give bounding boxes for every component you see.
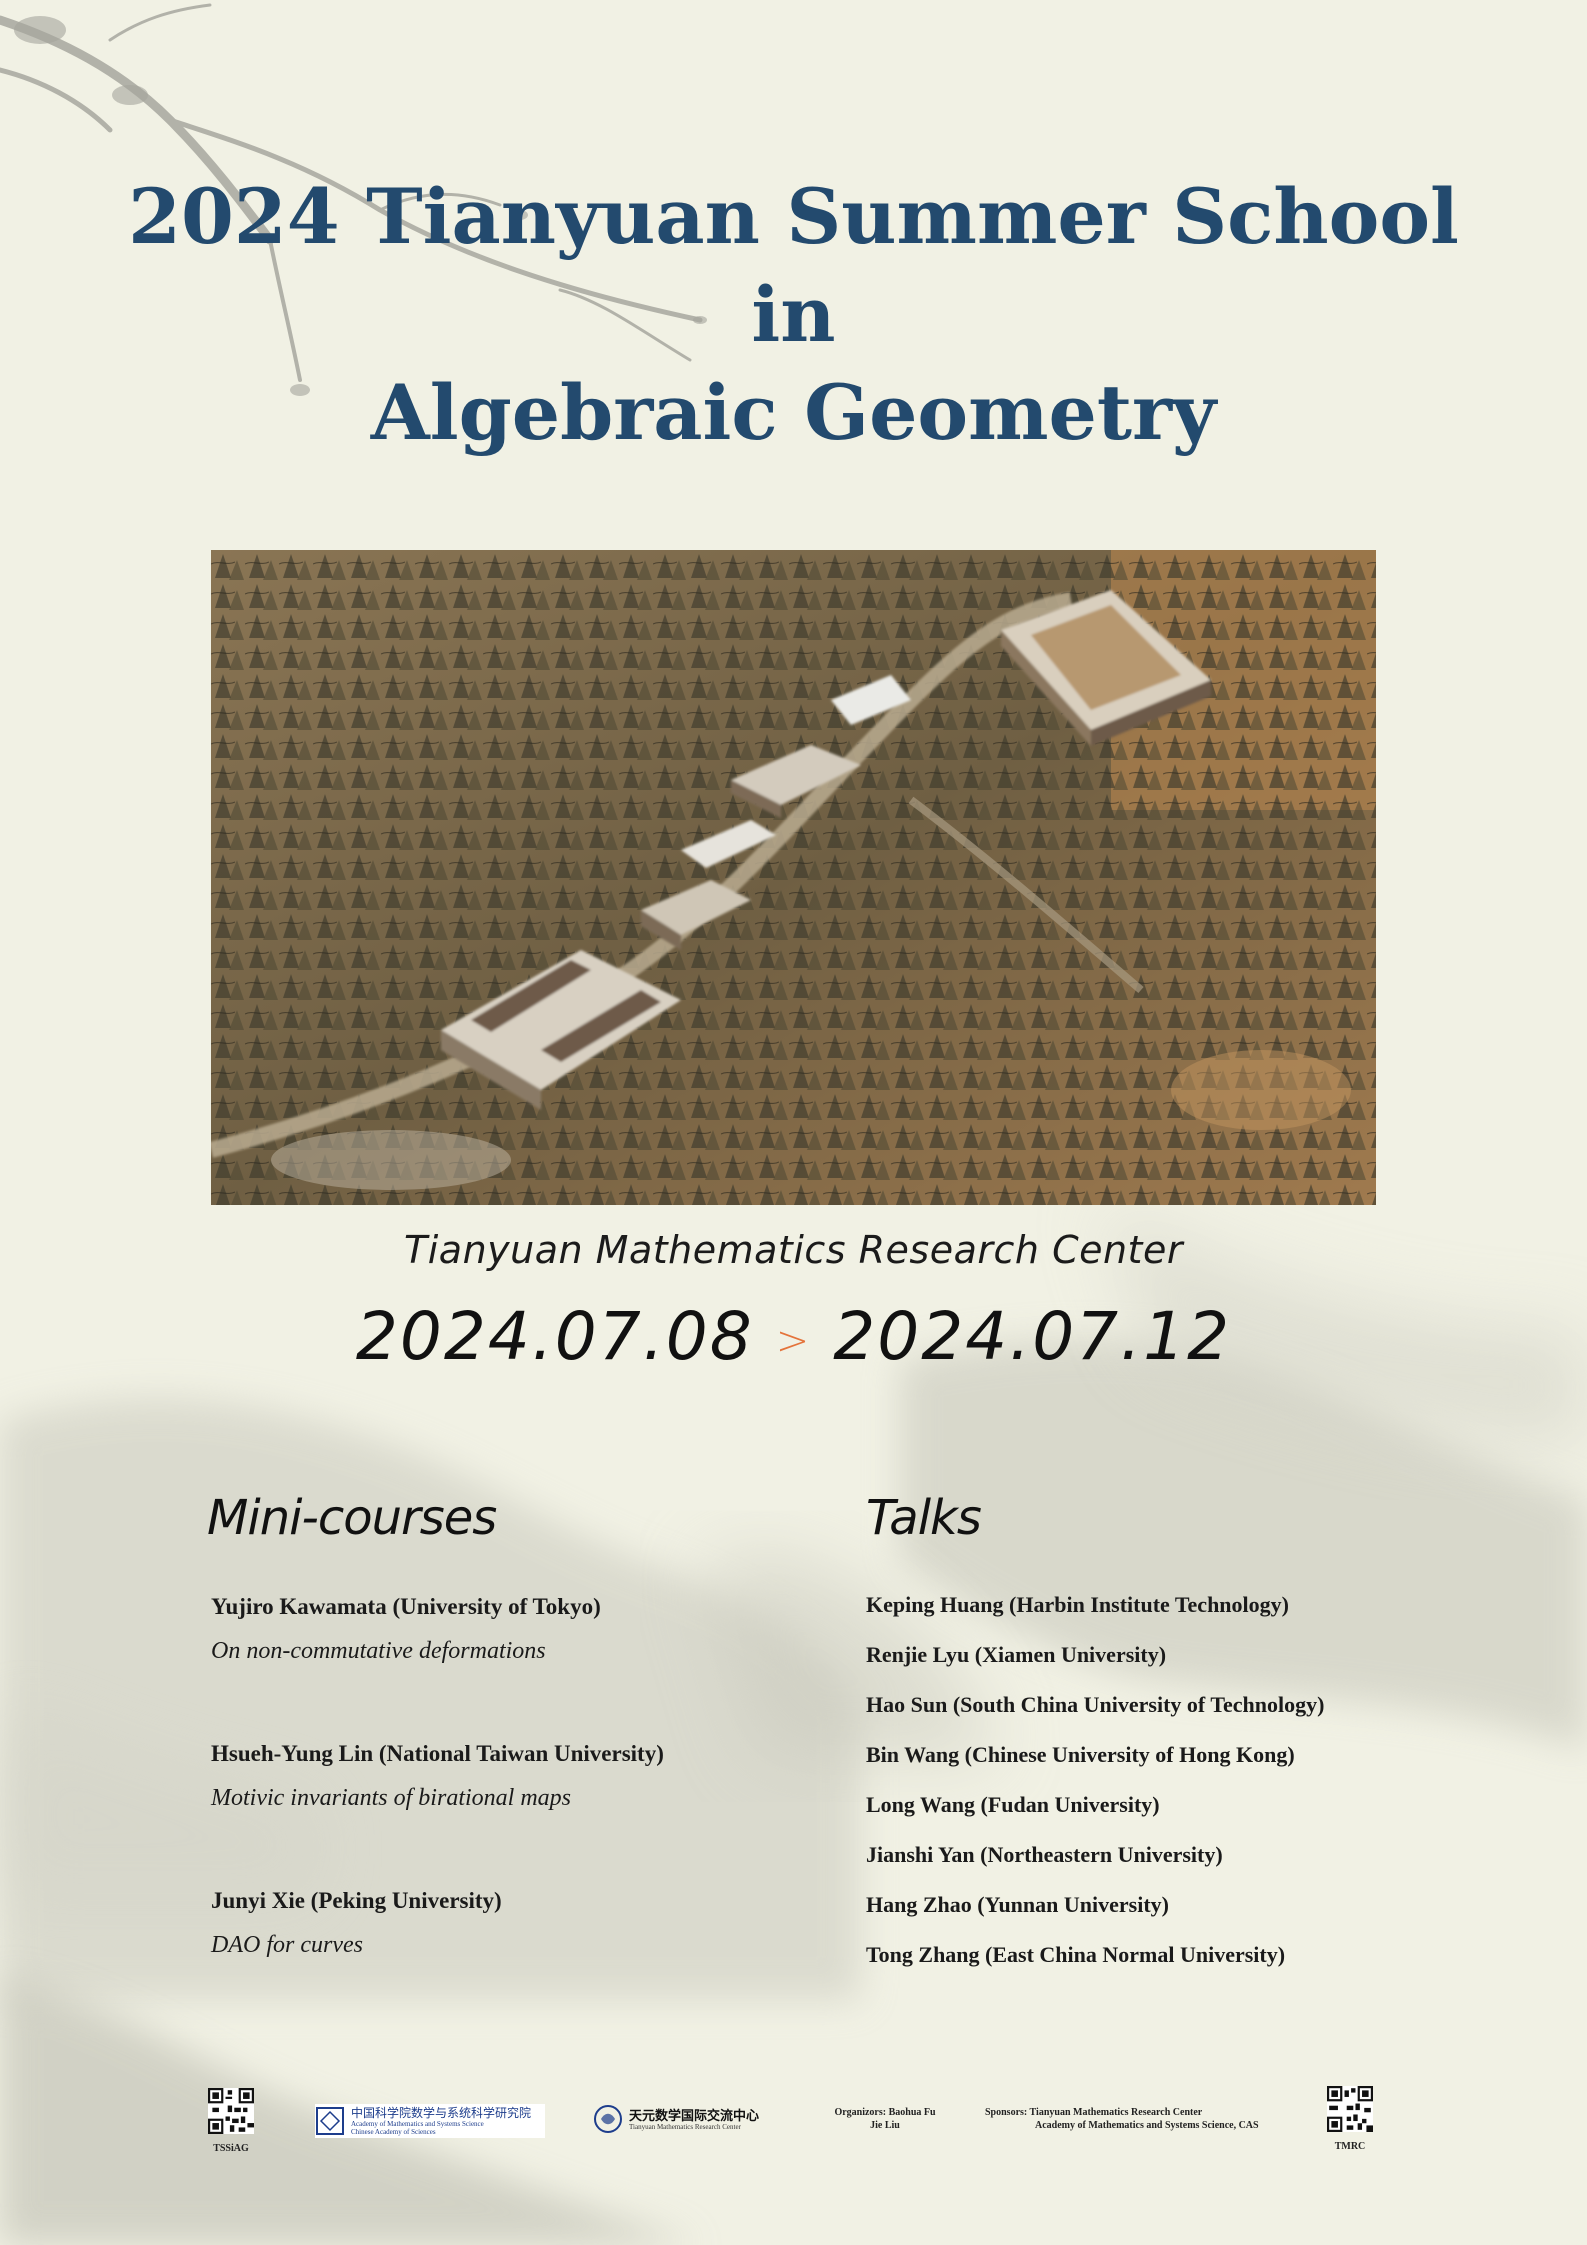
organizers-block: Organizors: Baohua Fu Jie Liu (830, 2106, 940, 2132)
amss-logo-en2: Chinese Academy of Sciences (351, 2127, 436, 2136)
talk-item: Bin Wang (Chinese University of Hong Kon… (866, 1742, 1295, 1767)
date-arrow-icon: > (775, 1317, 812, 1364)
title-line-3: Algebraic Geometry (370, 368, 1217, 457)
talk-item: Renjie Lyu (Xiamen University) (866, 1642, 1167, 1667)
title-line-1: 2024 Tianyuan Summer School (128, 172, 1459, 261)
venue-text: Tianyuan Mathematics Research Center (404, 1228, 1183, 1272)
organizers-line-1: Organizors: Baohua Fu (834, 2107, 936, 2118)
amss-logo: 中国科学院数学与系统科学研究院 Academy of Mathematics a… (315, 2104, 545, 2138)
mini-course-item: Yujiro Kawamata (University of Tokyo) On… (211, 1594, 851, 1665)
qr-code-tmrc[interactable]: TMRC (1327, 2086, 1373, 2152)
start-date: 2024.07.08 (355, 1298, 754, 1375)
sponsors-line-2: Academy of Mathematics and Systems Scien… (1035, 2120, 1259, 2131)
course-topic: Motivic invariants of birational maps (211, 1785, 571, 1811)
course-topic: DAO for curves (211, 1932, 363, 1958)
course-speaker: Hsueh-Yung Lin (National Taiwan Universi… (211, 1741, 664, 1766)
amss-logo-en1: Academy of Mathematics and Systems Scien… (351, 2119, 484, 2128)
amss-emblem-icon (316, 2107, 344, 2135)
qr-code-icon (208, 2088, 254, 2134)
amss-logo-cn: 中国科学院数学与系统科学研究院 (351, 2105, 532, 2120)
talks-list: Keping Huang (Harbin Institute Technolog… (866, 1592, 1324, 1992)
qr-right-label: TMRC (1334, 2141, 1366, 2152)
tianyuan-emblem-icon (594, 2105, 622, 2133)
talk-item: Hao Sun (South China University of Techn… (866, 1692, 1325, 1717)
title-line-2: in (751, 270, 836, 359)
talks-heading: Talks (866, 1490, 982, 1546)
poster-title: 2024 Tianyuan Summer School in Algebraic… (0, 168, 1587, 462)
mini-course-item: Hsueh-Yung Lin (National Taiwan Universi… (211, 1741, 851, 1812)
tianyuan-logo-en: Tianyuan Mathematics Research Center (629, 2122, 741, 2131)
sponsors-line-1: Sponsors: Tianyuan Mathematics Research … (985, 2107, 1203, 2118)
end-date: 2024.07.12 (833, 1298, 1232, 1375)
course-speaker: Junyi Xie (Peking University) (211, 1888, 502, 1913)
talk-item: Keping Huang (Harbin Institute Technolog… (866, 1592, 1289, 1617)
talk-item: Hang Zhao (Yunnan University) (866, 1892, 1169, 1917)
talk-item: Jianshi Yan (Northeastern University) (866, 1842, 1223, 1867)
tianyuan-logo: 天元数学国际交流中心 Tianyuan Mathematics Research… (593, 2104, 759, 2134)
tianyuan-logo-cn: 天元数学国际交流中心 (629, 2107, 760, 2123)
qr-code-tssiag[interactable]: TSSiAG (208, 2088, 254, 2154)
qr-code-icon (1327, 2086, 1373, 2132)
organizers-line-2: Jie Liu (870, 2120, 900, 2131)
qr-left-label: TSSiAG (213, 2143, 249, 2154)
mini-course-item: Junyi Xie (Peking University) DAO for cu… (211, 1888, 851, 1959)
course-speaker: Yujiro Kawamata (University of Tokyo) (211, 1594, 601, 1619)
mini-courses-heading: Mini-courses (207, 1490, 497, 1546)
talk-item: Long Wang (Fudan University) (866, 1792, 1160, 1817)
sponsors-block: Sponsors: Tianyuan Mathematics Research … (985, 2106, 1275, 2132)
campus-aerial-painting (211, 550, 1376, 1205)
course-topic: On non-commutative deformations (211, 1638, 546, 1664)
date-range: 2024.07.08 >2024.07.12 (0, 1298, 1587, 1375)
talk-item: Tong Zhang (East China Normal University… (866, 1942, 1286, 1967)
